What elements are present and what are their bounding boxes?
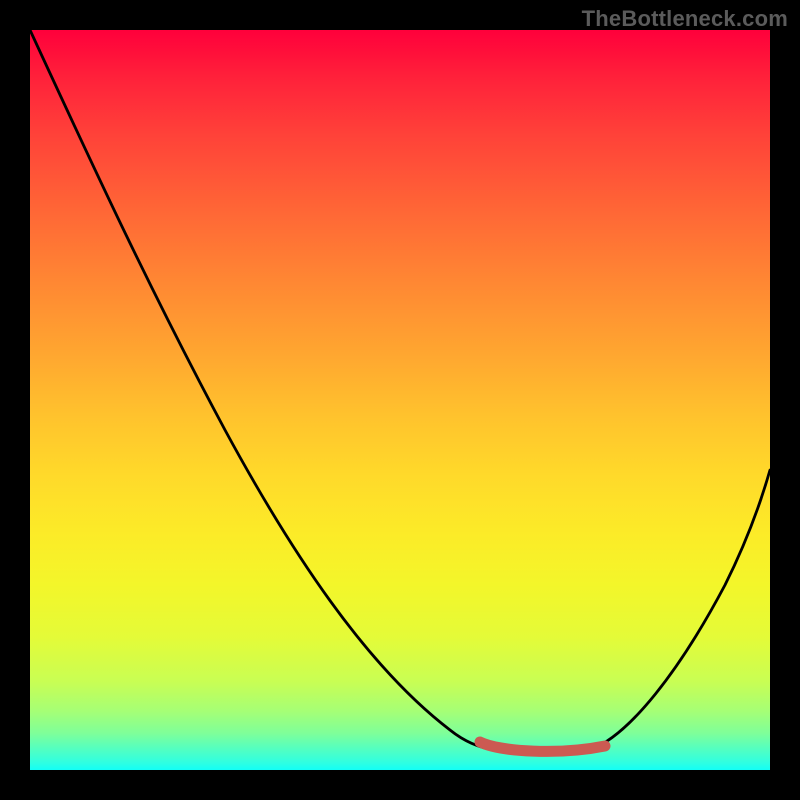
optimal-range-highlight [480, 742, 605, 751]
curve-left-branch [30, 30, 495, 750]
plot-area [30, 30, 770, 770]
chart-container: TheBottleneck.com [0, 0, 800, 800]
watermark-text: TheBottleneck.com [582, 6, 788, 32]
bottleneck-curve [30, 30, 770, 770]
curve-right-branch [590, 470, 770, 750]
